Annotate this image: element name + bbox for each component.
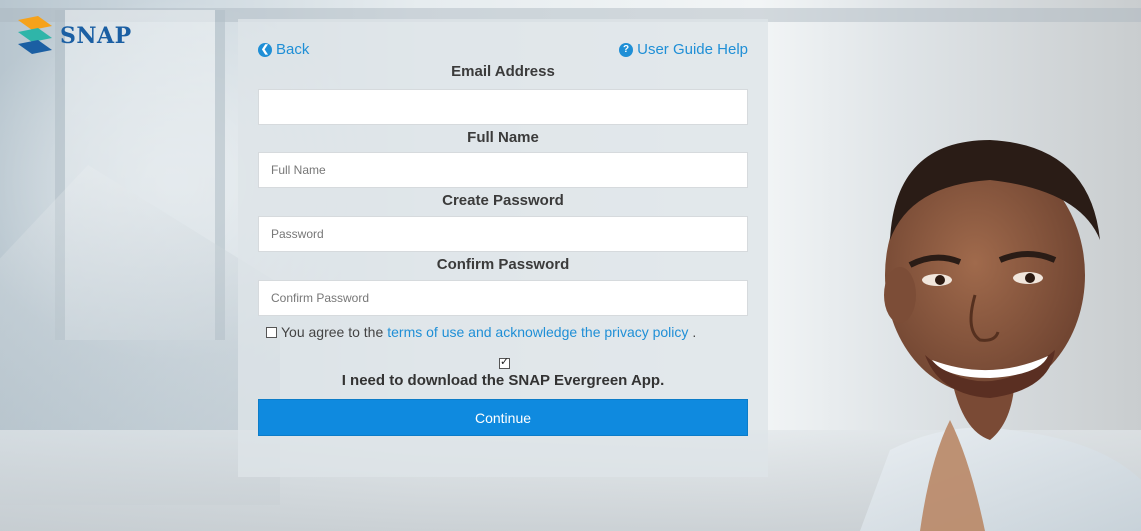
brand-name: SNAP	[60, 23, 132, 49]
create-password-label: Create Password	[442, 192, 564, 209]
full-name-field[interactable]	[258, 152, 748, 188]
user-guide-help-link[interactable]: ? User Guide Help	[619, 41, 748, 58]
snap-logo-icon	[18, 16, 52, 54]
confirm-password-label: Confirm Password	[436, 256, 570, 273]
continue-button[interactable]: Continue	[258, 399, 748, 436]
full-name-label: Full Name	[467, 129, 539, 146]
help-link-label: User Guide Help	[637, 41, 748, 58]
back-link[interactable]: ❮ Back	[258, 41, 309, 58]
question-circle-icon: ?	[619, 42, 634, 57]
snap-logo[interactable]: SNAP	[16, 16, 132, 60]
back-link-label: Back	[276, 41, 310, 58]
terms-prefix-text: You agree to the	[281, 324, 384, 340]
terms-agreement-row: You agree to the terms of use and acknow…	[266, 324, 696, 340]
confirm-password-field[interactable]	[258, 280, 748, 316]
password-field[interactable]	[258, 216, 748, 252]
signup-form-panel: ❮ Back ? User Guide Help Email Address F…	[238, 19, 768, 477]
download-app-checkbox[interactable]	[499, 355, 510, 369]
email-label: Email Address	[451, 63, 555, 80]
terms-checkbox[interactable]	[266, 326, 277, 338]
email-field[interactable]	[258, 89, 748, 125]
terms-suffix-text: .	[692, 324, 697, 340]
circle-arrow-left-icon: ❮	[258, 42, 272, 57]
terms-privacy-link[interactable]: terms of use and acknowledge the privacy…	[387, 324, 688, 340]
smiling-man-photo	[860, 140, 1141, 531]
download-app-label: I need to download the SNAP Evergreen Ap…	[341, 372, 665, 389]
